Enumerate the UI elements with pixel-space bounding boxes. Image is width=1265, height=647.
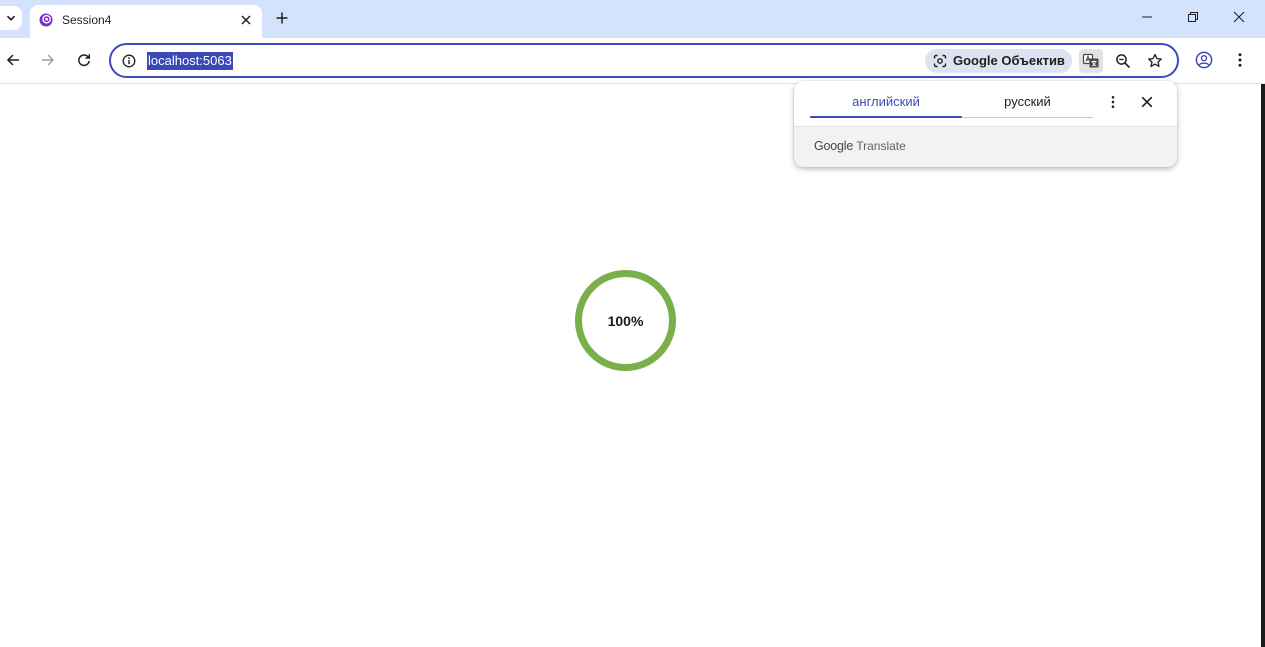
bookmark-button[interactable] [1143, 49, 1167, 73]
progress-label: 100% [607, 312, 644, 329]
browser-tab[interactable]: Session4 [30, 5, 262, 38]
tab-strip: Session4 [0, 0, 1265, 38]
google-lens-chip[interactable]: Google Объектив [925, 49, 1072, 73]
translate-wordmark: Translate [856, 139, 906, 153]
translate-icon [1082, 53, 1099, 68]
chevron-down-icon [6, 15, 16, 21]
translate-button[interactable] [1079, 49, 1103, 73]
tab-close-button[interactable] [236, 10, 256, 30]
url-text[interactable]: localhost:5063 [147, 52, 233, 70]
browser-toolbar: localhost:5063 Google Объектив [0, 38, 1265, 84]
tab-english[interactable]: английский [810, 93, 962, 117]
plus-icon [276, 12, 288, 24]
reload-button[interactable] [71, 47, 97, 73]
translate-close-button[interactable] [1137, 92, 1157, 112]
more-vertical-icon [1238, 53, 1242, 67]
window-close-button[interactable] [1216, 0, 1262, 34]
more-vertical-icon [1111, 96, 1115, 108]
profile-button[interactable] [1192, 48, 1216, 72]
arrow-left-icon [6, 54, 19, 66]
star-icon [1148, 53, 1162, 68]
browser-menu-button[interactable] [1228, 48, 1252, 72]
close-icon [241, 15, 251, 25]
tab-title: Session4 [62, 13, 112, 27]
close-icon [1233, 11, 1245, 23]
blazor-app-icon [39, 13, 53, 27]
restore-icon [1188, 12, 1198, 22]
forward-button[interactable] [35, 47, 61, 73]
address-bar[interactable]: localhost:5063 Google Объектив [109, 43, 1179, 78]
selected-tab-indicator [810, 116, 962, 118]
window-edge [1261, 84, 1265, 647]
tab-russian[interactable]: русский [962, 93, 1093, 117]
minimize-button[interactable] [1124, 0, 1170, 34]
site-info-button[interactable] [119, 51, 139, 71]
zoom-button[interactable] [1111, 49, 1135, 73]
translate-bubble: английский русский Google Translate [794, 81, 1177, 167]
google-lens-label: Google Объектив [953, 53, 1065, 68]
progress-ring: 100% [573, 268, 678, 373]
google-lens-icon [933, 54, 947, 68]
restore-button[interactable] [1170, 0, 1216, 34]
close-icon [1141, 96, 1153, 108]
reload-icon [78, 54, 91, 67]
translate-options-button[interactable] [1103, 92, 1123, 112]
arrow-right-icon [42, 54, 55, 66]
info-icon [122, 54, 136, 68]
tab-divider [962, 117, 1093, 118]
account-circle-icon [1195, 51, 1213, 69]
back-button[interactable] [0, 47, 26, 73]
zoom-out-icon [1116, 54, 1131, 69]
tab-search-button[interactable] [0, 6, 22, 30]
google-wordmark: Google [814, 139, 854, 153]
google-translate-logo: Google Translate [814, 138, 906, 154]
minimize-icon [1142, 16, 1152, 18]
translate-footer: Google Translate [794, 126, 1177, 167]
new-tab-button[interactable] [270, 6, 294, 30]
